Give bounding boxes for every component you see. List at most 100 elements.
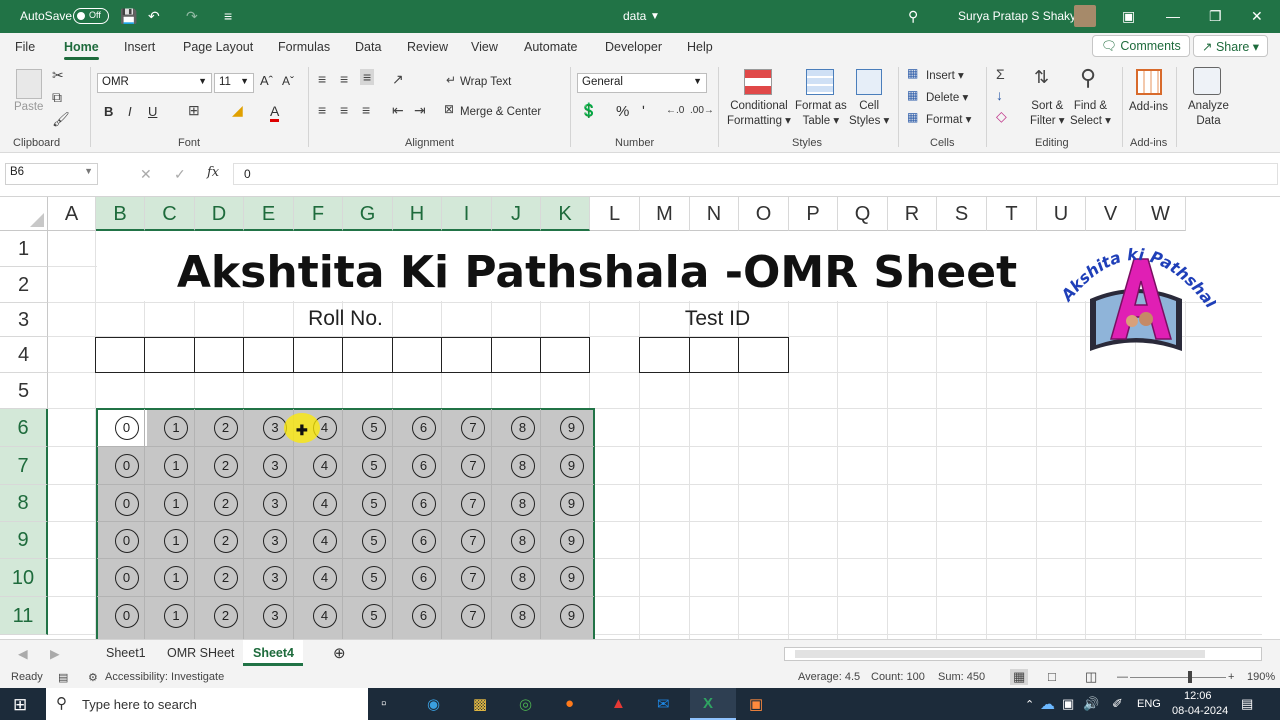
omr-bubble[interactable]: 0 (114, 566, 139, 590)
roll-no-box[interactable] (194, 337, 244, 373)
roll-no-box[interactable] (95, 337, 145, 373)
clear-icon[interactable]: ◇ (996, 108, 1007, 125)
col-header-m[interactable]: M (640, 197, 690, 231)
row-header-8[interactable]: 8 (0, 485, 48, 522)
omr-bubble[interactable]: 7 (461, 454, 485, 478)
omr-bubble[interactable]: 9 (559, 604, 584, 628)
col-header-f[interactable]: F (294, 197, 343, 231)
align-top-icon[interactable]: ≡ (318, 71, 326, 87)
omr-bubble[interactable]: 6 (411, 416, 436, 440)
autosave-toggle[interactable]: Off (73, 8, 109, 24)
taskbar-search-box[interactable]: ⚲ Type here to search (46, 688, 368, 720)
omr-bubble[interactable]: 3 (263, 566, 287, 590)
edge-icon[interactable]: ◉ (427, 695, 440, 713)
cell-styles-button[interactable]: Cell Styles ▾ (849, 99, 889, 129)
align-bottom-icon[interactable]: ≡ (360, 69, 375, 85)
tab-insert[interactable]: Insert (124, 40, 155, 54)
copy-icon[interactable]: ⧉ (52, 89, 62, 106)
omr-bubble[interactable]: 0 (114, 604, 139, 628)
col-header-e[interactable]: E (244, 197, 294, 231)
omr-bubble[interactable]: 2 (213, 416, 238, 440)
orientation-icon[interactable]: ↗ (392, 71, 404, 88)
omr-bubble[interactable]: 3 (263, 604, 287, 628)
clock-date[interactable]: 08-04-2024 (1172, 705, 1228, 717)
omr-bubble[interactable]: 2 (213, 566, 238, 590)
conditional-formatting-icon[interactable] (744, 69, 772, 95)
sort-filter-button[interactable]: Sort & Filter ▾ (1030, 99, 1065, 129)
zoom-out-icon[interactable]: — (1117, 671, 1128, 683)
omr-bubble[interactable]: 2 (213, 604, 238, 628)
row-header-10[interactable]: 10 (0, 559, 48, 597)
omr-bubble[interactable]: 1 (164, 604, 188, 628)
name-box[interactable]: B6 ▼ (5, 163, 98, 185)
col-header-s[interactable]: S (937, 197, 987, 231)
cell-styles-icon[interactable] (856, 69, 882, 95)
close-icon[interactable]: ✕ (1251, 8, 1263, 25)
enter-icon[interactable]: ✓ (174, 166, 186, 183)
omr-bubble[interactable]: 1 (164, 454, 188, 478)
language-indicator[interactable]: ENG (1137, 698, 1161, 710)
outlook-icon[interactable]: ✉ (657, 695, 670, 713)
conditional-formatting-button[interactable]: Conditional Formatting ▾ (727, 99, 791, 129)
tab-home[interactable]: Home (64, 40, 99, 60)
tab-help[interactable]: Help (687, 40, 713, 54)
col-header-h[interactable]: H (393, 197, 442, 231)
tab-developer[interactable]: Developer (605, 40, 662, 54)
sort-filter-icon[interactable]: ⇅ (1034, 67, 1049, 88)
underline-icon[interactable]: U (148, 104, 157, 119)
align-right-icon[interactable]: ≡ (362, 102, 370, 118)
avatar[interactable] (1074, 5, 1096, 27)
roll-no-box[interactable] (540, 337, 590, 373)
page-layout-view-icon[interactable]: □ (1048, 669, 1056, 684)
italic-icon[interactable]: I (128, 104, 132, 119)
row-header-11[interactable]: 11 (0, 597, 48, 635)
col-header-j[interactable]: J (492, 197, 541, 231)
omr-bubble[interactable]: 8 (510, 454, 535, 478)
acrobat-icon[interactable]: ▲ (611, 695, 626, 712)
roll-no-box[interactable] (293, 337, 343, 373)
omr-bubble[interactable]: 8 (510, 491, 535, 516)
omr-bubble[interactable]: 6 (411, 604, 436, 628)
powerpoint-icon[interactable]: ▣ (749, 695, 763, 713)
omr-bubble[interactable]: 4 (312, 491, 337, 516)
chevron-down-icon[interactable]: ▼ (650, 11, 660, 22)
omr-bubble[interactable]: 9 (559, 528, 584, 553)
save-icon[interactable]: 💾 (120, 8, 137, 25)
clock-time[interactable]: 12:06 (1184, 690, 1212, 702)
comma-style-icon[interactable]: ʹ (642, 103, 645, 120)
task-view-icon[interactable]: ▫ (381, 695, 386, 712)
tab-file[interactable]: File (15, 40, 35, 54)
share-button[interactable]: ↗ Share ▾ (1193, 35, 1269, 57)
decrease-indent-icon[interactable]: ⇤ (392, 102, 404, 119)
tab-page-layout[interactable]: Page Layout (183, 40, 253, 54)
omr-bubble[interactable]: 0 (114, 528, 139, 553)
cancel-icon[interactable]: ✕ (140, 166, 152, 183)
col-header-p[interactable]: P (789, 197, 838, 231)
network-icon[interactable]: ▣ (1062, 696, 1074, 712)
paste-icon[interactable] (16, 69, 42, 99)
minimize-icon[interactable]: — (1166, 8, 1180, 24)
col-header-w[interactable]: W (1136, 197, 1186, 231)
firefox-icon[interactable]: ● (565, 695, 574, 712)
onedrive-icon[interactable]: ☁ (1040, 695, 1055, 713)
align-left-icon[interactable]: ≡ (318, 102, 326, 118)
omr-bubble[interactable]: 1 (164, 528, 188, 553)
omr-bubble[interactable]: 5 (362, 454, 386, 478)
wrap-text-button[interactable]: Wrap Text (460, 76, 511, 88)
row-header-5[interactable]: 5 (0, 373, 48, 409)
formula-input[interactable]: 0 (233, 163, 1278, 185)
find-select-button[interactable]: Find & Select ▾ (1070, 99, 1111, 129)
font-color-icon[interactable]: A (270, 103, 280, 122)
fill-icon[interactable]: ↓ (996, 87, 1003, 103)
roll-no-box[interactable] (491, 337, 541, 373)
new-sheet-icon[interactable]: ⊕ (333, 644, 346, 662)
format-cells-icon[interactable]: ▦ (907, 110, 918, 124)
tab-automate[interactable]: Automate (524, 40, 578, 54)
restore-icon[interactable]: ❐ (1209, 8, 1222, 25)
col-header-q[interactable]: Q (838, 197, 888, 231)
omr-bubble[interactable]: 3 (263, 454, 287, 478)
omr-bubble[interactable]: 6 (411, 454, 436, 478)
omr-bubble[interactable]: 6 (411, 528, 436, 553)
tab-review[interactable]: Review (407, 40, 448, 54)
zoom-in-icon[interactable]: + (1228, 671, 1234, 683)
